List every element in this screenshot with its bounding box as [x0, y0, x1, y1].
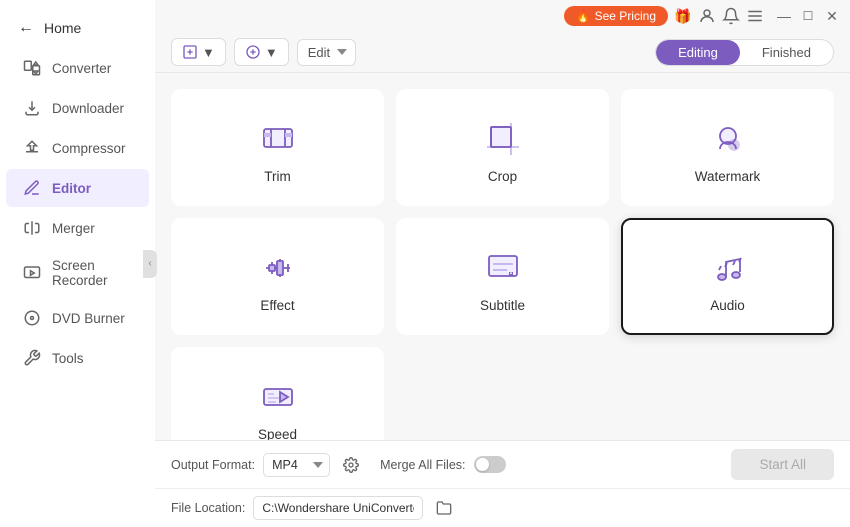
- main-content: 🔥 See Pricing 🎁 — ☐ ✕ ▼ ▼ Edit: [155, 0, 850, 527]
- file-location-label: File Location:: [171, 501, 245, 515]
- sidebar-home-label: Home: [44, 20, 81, 36]
- compressor-icon: [22, 138, 42, 158]
- titlebar: 🔥 See Pricing 🎁 — ☐ ✕: [155, 0, 850, 32]
- sidebar-item-screen-recorder[interactable]: Screen Recorder: [6, 249, 149, 297]
- output-format-label: Output Format:: [171, 458, 255, 472]
- feature-grid: Trim Crop Watermark: [171, 89, 834, 440]
- close-button[interactable]: ✕: [822, 9, 842, 23]
- footer-bar: Output Format: MP4 MOV AVI MKV WMV Merge…: [155, 440, 850, 488]
- edit-select[interactable]: Edit: [297, 39, 356, 66]
- window-controls: — ☐ ✕: [774, 9, 842, 23]
- merge-files-label: Merge All Files:: [380, 458, 465, 472]
- sidebar-home[interactable]: ← Home: [0, 8, 155, 48]
- add-extra-button[interactable]: ▼: [234, 38, 289, 66]
- feature-content: Trim Crop Watermark: [155, 73, 850, 440]
- editor-icon: [22, 178, 42, 198]
- gift-icon[interactable]: 🎁: [674, 7, 692, 25]
- sidebar-item-compressor[interactable]: Compressor: [6, 129, 149, 167]
- add-file-button[interactable]: ▼: [171, 38, 226, 66]
- converter-icon: [22, 58, 42, 78]
- speed-label: Speed: [258, 427, 297, 440]
- output-format-select[interactable]: MP4 MOV AVI MKV WMV: [263, 453, 330, 477]
- profile-icon[interactable]: [698, 7, 716, 25]
- sidebar-item-converter[interactable]: Converter: [6, 49, 149, 87]
- effect-label: Effect: [260, 298, 294, 313]
- add-extra-label: ▼: [265, 45, 278, 60]
- output-format-row: Output Format: MP4 MOV AVI MKV WMV: [171, 452, 364, 478]
- sidebar-tools-label: Tools: [52, 351, 84, 366]
- sidebar-item-dvd-burner[interactable]: DVD Burner: [6, 299, 149, 337]
- feature-card-subtitle[interactable]: Subtitle: [396, 218, 609, 335]
- dvd-burner-icon: [22, 308, 42, 328]
- feature-card-watermark[interactable]: Watermark: [621, 89, 834, 206]
- sidebar-item-tools[interactable]: Tools: [6, 339, 149, 377]
- fire-icon: 🔥: [576, 9, 591, 23]
- feature-card-crop[interactable]: Crop: [396, 89, 609, 206]
- sidebar-screen-recorder-label: Screen Recorder: [52, 258, 133, 288]
- screen-recorder-icon: [22, 263, 42, 283]
- notification-icon[interactable]: [722, 7, 740, 25]
- maximize-button[interactable]: ☐: [798, 9, 818, 23]
- watermark-label: Watermark: [695, 169, 761, 184]
- start-all-button[interactable]: Start All: [731, 449, 834, 480]
- subtitle-label: Subtitle: [480, 298, 525, 313]
- tools-icon: [22, 348, 42, 368]
- add-file-label: ▼: [202, 45, 215, 60]
- sidebar: ← Home Converter Downloader Compressor E…: [0, 0, 155, 527]
- output-format-settings-icon[interactable]: [338, 452, 364, 478]
- merger-icon: [22, 218, 42, 238]
- trim-label: Trim: [264, 169, 291, 184]
- open-folder-icon[interactable]: [431, 495, 457, 521]
- sidebar-item-downloader[interactable]: Downloader: [6, 89, 149, 127]
- crop-label: Crop: [488, 169, 517, 184]
- menu-icon[interactable]: [746, 7, 764, 25]
- tab-editing[interactable]: Editing: [656, 40, 740, 65]
- downloader-icon: [22, 98, 42, 118]
- sidebar-dvd-burner-label: DVD Burner: [52, 311, 125, 326]
- merge-toggle[interactable]: [474, 456, 506, 473]
- tab-finished[interactable]: Finished: [740, 40, 833, 65]
- sidebar-converter-label: Converter: [52, 61, 111, 76]
- sidebar-item-editor[interactable]: Editor: [6, 169, 149, 207]
- sidebar-editor-label: Editor: [52, 181, 91, 196]
- sidebar-merger-label: Merger: [52, 221, 95, 236]
- audio-label: Audio: [710, 298, 745, 313]
- home-back-icon: ←: [16, 18, 36, 38]
- see-pricing-button[interactable]: 🔥 See Pricing: [564, 6, 668, 26]
- sidebar-collapse-button[interactable]: ‹: [143, 250, 157, 278]
- tab-group: Editing Finished: [655, 39, 834, 66]
- minimize-button[interactable]: —: [774, 9, 794, 23]
- merge-row: Merge All Files:: [380, 456, 505, 473]
- sidebar-item-merger[interactable]: Merger: [6, 209, 149, 247]
- feature-card-trim[interactable]: Trim: [171, 89, 384, 206]
- feature-card-speed[interactable]: Speed: [171, 347, 384, 440]
- toolbar: ▼ ▼ Edit Editing Finished: [155, 32, 850, 73]
- file-location-input[interactable]: [253, 496, 423, 520]
- sidebar-compressor-label: Compressor: [52, 141, 126, 156]
- feature-card-effect[interactable]: Effect: [171, 218, 384, 335]
- feature-card-audio[interactable]: Audio: [621, 218, 834, 335]
- file-location-bar: File Location:: [155, 488, 850, 527]
- sidebar-downloader-label: Downloader: [52, 101, 124, 116]
